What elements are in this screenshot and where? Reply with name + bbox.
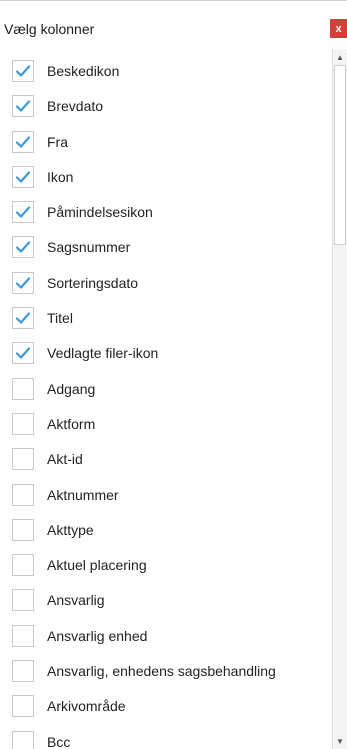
column-option-label: Ansvarlig, enhedens sagsbehandling [47,663,276,680]
checkbox-checked[interactable] [12,342,34,365]
column-option[interactable]: Akt-id [0,442,330,477]
column-option-label: Aktnummer [47,486,119,503]
column-option[interactable]: Påmindelsesikon [0,195,330,230]
column-option-label: Bcc [47,733,71,749]
check-mark-icon [15,171,31,183]
checkbox-unchecked[interactable] [12,377,34,400]
column-option[interactable]: Akttype [0,513,330,548]
column-option-label: Påmindelsesikon [47,204,153,221]
column-option-label: Ikon [47,168,74,185]
scroll-thumb[interactable] [334,65,346,245]
checkbox-checked[interactable] [12,236,34,259]
close-button[interactable]: x [330,19,347,38]
checkbox-checked[interactable] [12,165,34,188]
column-option-label: Adgang [47,380,96,397]
column-option-label: Arkivområde [47,698,126,715]
checkbox-unchecked[interactable] [12,589,34,612]
column-option[interactable]: Sagsnummer [0,230,330,265]
column-option[interactable]: Ikon [0,160,330,195]
checkbox-checked[interactable] [12,95,34,118]
column-option-label: Vedlagte filer-ikon [47,345,159,362]
column-chooser-panel: Vælg kolonner x Beskedikon Brevdato Fra … [0,0,347,749]
column-option[interactable]: Aktform [0,407,330,442]
check-mark-icon [15,65,31,77]
checkbox-unchecked[interactable] [12,624,34,647]
column-option[interactable]: Vedlagte filer-ikon [0,336,330,371]
check-mark-icon [15,312,31,324]
column-option[interactable]: Bcc [0,725,330,749]
column-option[interactable]: Arkivområde [0,689,330,724]
checkbox-checked[interactable] [12,60,34,82]
checkbox-unchecked[interactable] [12,448,34,471]
check-mark-icon [15,206,31,218]
column-option[interactable]: Aktuel placering [0,548,330,583]
column-list: Beskedikon Brevdato Fra Ikon Påmindelses… [0,54,330,749]
column-option-label: Fra [47,133,68,150]
column-option[interactable]: Ansvarlig enhed [0,619,330,654]
column-option[interactable]: Titel [0,301,330,336]
column-option[interactable]: Beskedikon [0,54,330,89]
column-option[interactable]: Ansvarlig, enhedens sagsbehandling [0,654,330,689]
checkbox-checked[interactable] [12,307,34,330]
column-option-label: Sorteringsdato [47,274,139,291]
check-mark-icon [15,277,31,289]
panel-title: Vælg kolonner [4,21,95,37]
column-option-label: Sagsnummer [47,239,131,256]
check-mark-icon [15,241,31,254]
column-option-label: Titel [47,310,73,327]
checkbox-checked[interactable] [12,201,34,224]
checkbox-unchecked[interactable] [12,412,34,435]
checkbox-checked[interactable] [12,271,34,294]
column-option[interactable]: Fra [0,125,330,160]
checkbox-unchecked[interactable] [12,730,34,749]
column-option-label: Akt-id [47,451,83,468]
column-option[interactable]: Sorteringsdato [0,266,330,301]
column-option[interactable]: Brevdato [0,89,330,124]
checkbox-unchecked[interactable] [12,518,34,541]
check-mark-icon [15,135,31,148]
column-option[interactable]: Adgang [0,372,330,407]
scroll-up-arrow-icon[interactable]: ▲ [333,49,347,65]
vertical-scrollbar[interactable]: ▲ ▼ [332,49,347,749]
checkbox-unchecked[interactable] [12,554,34,577]
column-option[interactable]: Aktnummer [0,478,330,513]
top-divider [0,0,347,1]
checkbox-unchecked[interactable] [12,483,34,506]
checkbox-checked[interactable] [12,130,34,153]
column-option-label: Ansvarlig enhed [47,627,148,644]
column-option-label: Ansvarlig [47,592,105,609]
column-option[interactable]: Ansvarlig [0,583,330,618]
check-mark-icon [15,347,31,359]
column-option-label: Beskedikon [47,63,120,79]
column-option-label: Aktuel placering [47,557,147,574]
column-option-label: Akttype [47,521,94,538]
check-mark-icon [15,100,31,112]
column-option-label: Aktform [47,415,96,432]
checkbox-unchecked[interactable] [12,695,34,718]
checkbox-unchecked[interactable] [12,660,34,683]
column-option-label: Brevdato [47,98,104,115]
close-icon: x [335,22,342,35]
scroll-down-arrow-icon[interactable]: ▼ [333,735,347,747]
